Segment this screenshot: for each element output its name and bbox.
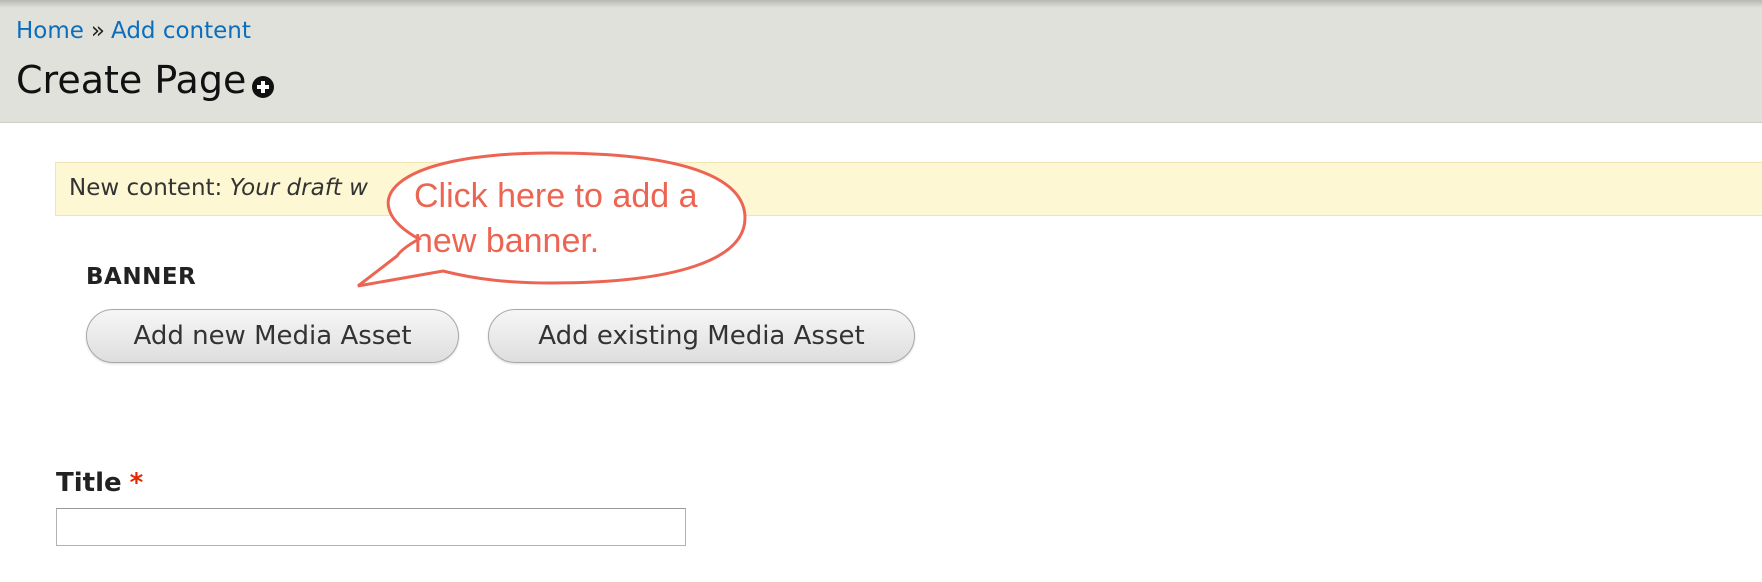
plus-circle-icon[interactable] (252, 76, 274, 98)
page-title: Create Page (16, 58, 247, 102)
breadcrumb-home-link[interactable]: Home (16, 18, 84, 44)
breadcrumb-separator: » (90, 18, 105, 44)
title-input[interactable] (56, 508, 686, 546)
breadcrumb-add-content-link[interactable]: Add content (111, 18, 251, 44)
status-message-detail: Your draft w (229, 175, 368, 201)
title-field-label: Title * (56, 468, 143, 498)
required-marker: * (129, 468, 144, 498)
breadcrumb: Home» Add content (16, 18, 251, 44)
page-header: Home» Add content Create Page (0, 0, 1762, 123)
header-shadow (0, 0, 1762, 8)
title-label-text: Title (56, 468, 122, 498)
callout-text: Click here to add a new banner. (414, 177, 698, 260)
status-message-label: New content: (69, 175, 223, 201)
banner-label: BANNER (86, 264, 197, 290)
status-message-text: New content: Your draft w (69, 175, 368, 201)
status-message: New content: Your draft w (55, 162, 1762, 216)
add-new-media-asset-button[interactable]: Add new Media Asset (86, 309, 459, 363)
add-existing-media-asset-button[interactable]: Add existing Media Asset (488, 309, 915, 363)
